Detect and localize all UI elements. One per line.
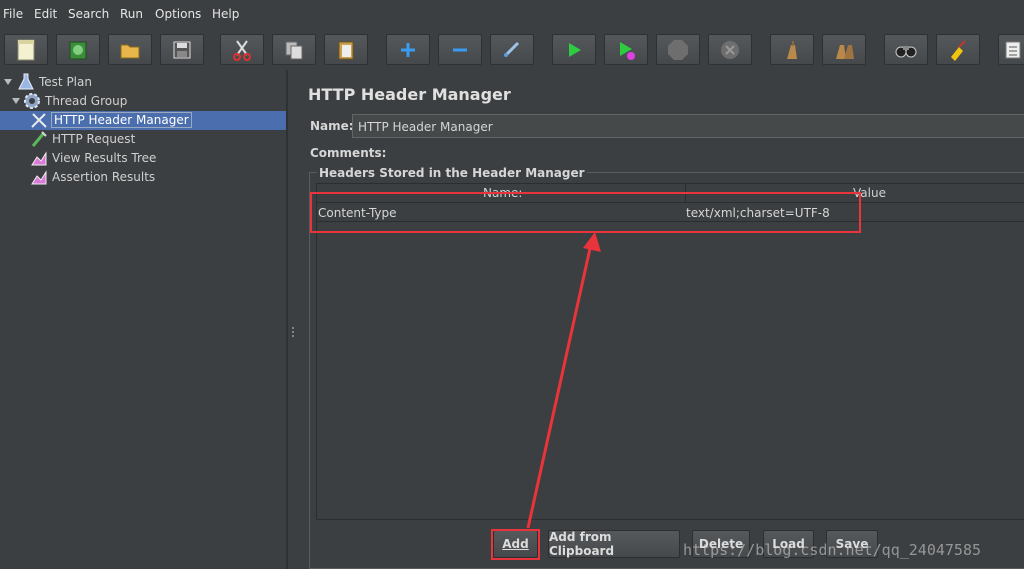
collapse-button[interactable]	[438, 34, 482, 65]
start-icon	[569, 42, 581, 57]
toolbar	[0, 30, 1024, 70]
function-helper-button[interactable]	[998, 34, 1024, 65]
watermark: https://blog.csdn.net/qq_24047585	[683, 541, 982, 559]
open-icon	[120, 44, 140, 58]
stop-icon	[668, 39, 688, 60]
tree-item-test-plan[interactable]: Test Plan	[3, 73, 92, 91]
expand-icon	[401, 42, 415, 57]
add-from-clipboard-button[interactable]: Add from Clipboard	[548, 530, 680, 558]
reset-search-button[interactable]	[936, 34, 980, 65]
open-button[interactable]	[108, 34, 152, 65]
menu-search[interactable]: Search	[68, 7, 109, 21]
paste-icon	[338, 41, 354, 59]
listener-icon	[31, 151, 47, 166]
start-no-pause-icon	[620, 41, 635, 60]
name-label: Name:	[310, 119, 354, 133]
name-field[interactable]: HTTP Header Manager	[352, 114, 1024, 138]
templates-button[interactable]	[56, 34, 100, 65]
clear-all-button[interactable]	[822, 34, 866, 65]
collapse-icon	[453, 48, 467, 51]
clear-icon	[787, 40, 797, 59]
comments-label: Comments:	[310, 146, 387, 160]
page-title: HTTP Header Manager	[308, 85, 511, 104]
tree-item-label: HTTP Header Manager	[51, 112, 192, 128]
tree-item-label: HTTP Request	[52, 132, 136, 146]
header-manager-icon	[31, 113, 47, 128]
annotation-add-highlight	[491, 529, 540, 560]
new-icon	[17, 39, 35, 60]
shutdown-icon	[721, 40, 739, 59]
thread-group-icon	[24, 93, 40, 109]
tree-item-label: Assertion Results	[52, 170, 156, 184]
function-helper-icon	[1005, 41, 1021, 58]
header-manager-panel: HTTP Header Manager Name: HTTP Header Ma…	[297, 70, 1024, 569]
expand-button[interactable]	[386, 34, 430, 65]
tree-item-label: View Results Tree	[52, 151, 157, 165]
toggle-icon	[503, 41, 520, 57]
cut-icon	[233, 39, 251, 61]
test-plan-icon	[18, 73, 34, 90]
search-button[interactable]	[884, 34, 928, 65]
grip-icon	[292, 327, 294, 337]
menu-options[interactable]: Options	[155, 7, 201, 21]
new-button[interactable]	[4, 34, 48, 65]
search-icon	[895, 45, 917, 57]
menu-run[interactable]: Run	[120, 7, 143, 21]
templates-icon	[69, 41, 87, 59]
add-from-clipboard-label: Add from Clipboard	[549, 530, 615, 558]
menu-edit[interactable]: Edit	[34, 7, 57, 21]
menu-help[interactable]: Help	[212, 7, 239, 21]
tree-item-view-results-tree[interactable]: View Results Tree	[30, 149, 156, 167]
reset-search-icon	[951, 39, 966, 61]
headers-group-title: Headers Stored in the Header Manager	[317, 166, 587, 180]
expand-arrow-icon	[12, 98, 20, 104]
tree-item-assertion-results[interactable]: Assertion Results	[30, 168, 155, 186]
stop-button[interactable]	[656, 34, 700, 65]
cut-button[interactable]	[220, 34, 264, 65]
headers-table: Name: Value Content-Type text/xml;charse…	[316, 183, 1024, 520]
menu-bar: File Edit Search Run Options Help	[0, 0, 1024, 28]
menu-file[interactable]: File	[3, 7, 23, 21]
tree-item-label: Test Plan	[39, 75, 92, 89]
save-icon	[173, 41, 191, 58]
toggle-button[interactable]	[490, 34, 534, 65]
tree-item-http-request[interactable]: HTTP Request	[30, 130, 135, 148]
clear-button[interactable]	[770, 34, 814, 65]
shutdown-button[interactable]	[708, 34, 752, 65]
save-button[interactable]	[160, 34, 204, 65]
expand-arrow-icon	[4, 79, 12, 85]
copy-icon	[285, 41, 303, 59]
clear-all-icon	[836, 44, 854, 59]
start-no-pause-button[interactable]	[604, 34, 648, 65]
tree-item-label: Thread Group	[45, 94, 128, 108]
copy-button[interactable]	[272, 34, 316, 65]
paste-button[interactable]	[324, 34, 368, 65]
sampler-icon	[31, 131, 47, 147]
listener-icon	[31, 170, 47, 185]
annotation-row-highlight	[310, 192, 861, 233]
tree-item-thread-group[interactable]: Thread Group	[11, 92, 127, 110]
tree-item-http-header-manager[interactable]: HTTP Header Manager	[30, 111, 192, 129]
start-button[interactable]	[552, 34, 596, 65]
